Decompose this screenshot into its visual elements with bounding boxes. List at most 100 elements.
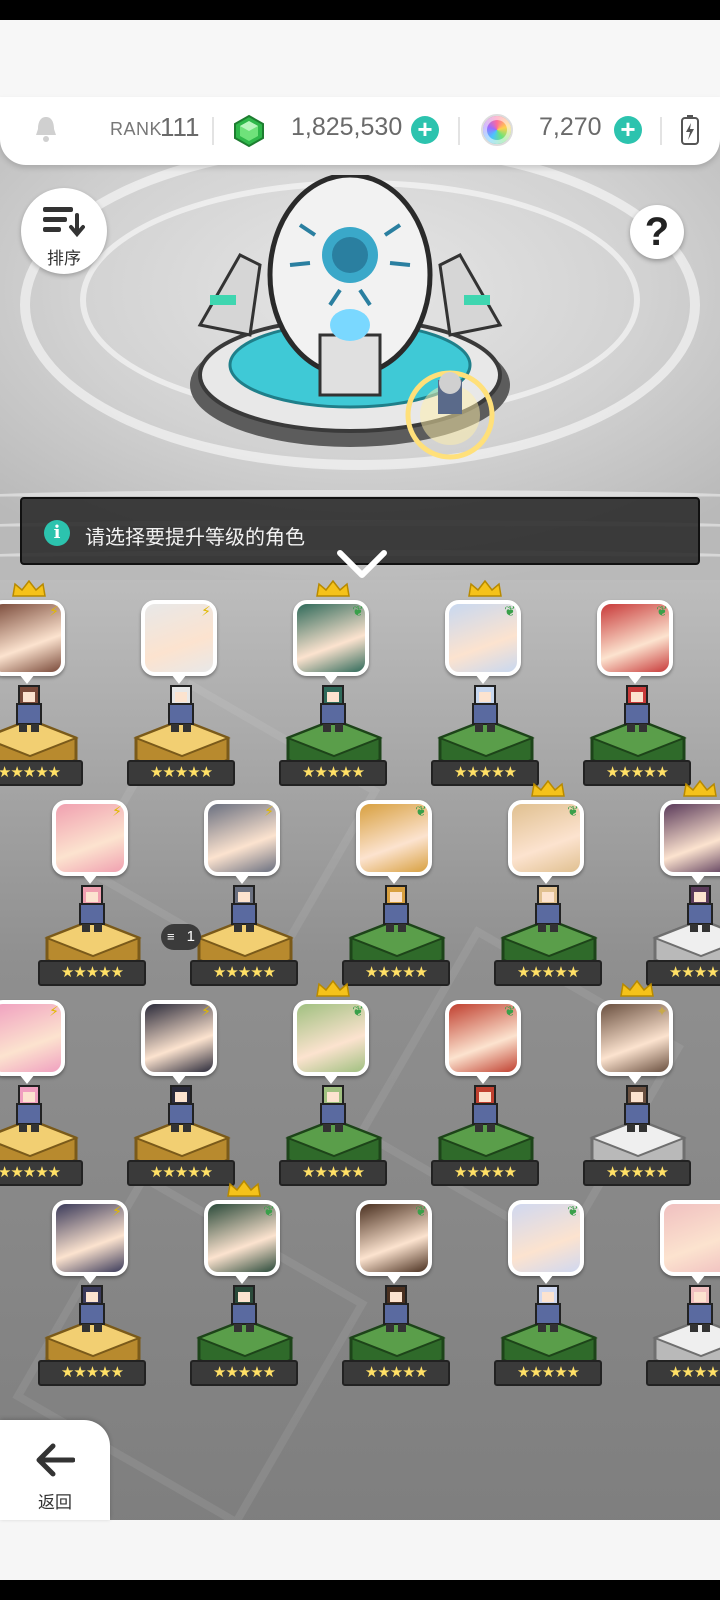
character-card[interactable]: ✦ ★★★★★ xyxy=(646,780,720,1000)
star-rating: ★★★★★ xyxy=(583,760,691,786)
crown-icon xyxy=(620,980,654,997)
status-bar xyxy=(0,0,720,20)
light-icon: ✦ xyxy=(716,802,720,820)
character-card[interactable]: ❦ ★★★★★ xyxy=(583,600,693,800)
banner-message: 请选择要提升等级的角色 xyxy=(85,527,305,549)
help-button[interactable]: ? xyxy=(630,205,684,259)
character-card[interactable]: ✦ ★★★★★ xyxy=(646,1200,720,1400)
character-card[interactable]: ⚡ ★★★★★ xyxy=(190,800,300,1000)
character-card[interactable]: ⚡ ★★★★★ xyxy=(0,1000,85,1200)
character-card[interactable]: ❦ ★★★★★ xyxy=(431,1000,541,1200)
leaf-icon: ❦ xyxy=(415,803,427,819)
chevron-down-icon[interactable] xyxy=(336,547,388,581)
light-icon: ✦ xyxy=(656,1003,668,1019)
star-rating: ★★★★★ xyxy=(342,960,450,986)
character-sprite xyxy=(320,1085,346,1132)
character-card[interactable]: ❦ ★★★★★ xyxy=(494,1200,604,1400)
leaf-icon: ❦ xyxy=(567,1203,579,1219)
character-portrait xyxy=(660,1200,720,1276)
sort-icon xyxy=(43,207,85,238)
bottom-strip xyxy=(0,1520,720,1580)
crown-icon xyxy=(468,580,502,597)
character-card[interactable]: ⚡ ★★★★★ xyxy=(0,580,85,800)
character-sprite xyxy=(168,685,194,732)
bell-icon[interactable] xyxy=(33,115,59,143)
star-rating: ★★★★★ xyxy=(190,960,298,986)
character-card[interactable]: ❦ ★★★★★ xyxy=(431,580,541,800)
leaf-icon: ❦ xyxy=(656,603,668,619)
back-arrow-icon xyxy=(36,1443,75,1477)
lightning-icon: ⚡ xyxy=(201,1003,211,1019)
character-card[interactable]: ❦ ★★★★★ xyxy=(494,780,604,1000)
lightning-icon: ⚡ xyxy=(49,1003,59,1019)
character-card[interactable]: ⚡ ★★★★★ xyxy=(127,600,237,800)
character-card[interactable]: ❦ ★★★★★ xyxy=(190,1180,300,1400)
character-sprite xyxy=(624,1085,650,1132)
character-sprite xyxy=(79,885,105,932)
character-sprite xyxy=(168,1085,194,1132)
crown-icon xyxy=(227,1180,261,1197)
battery-icon[interactable] xyxy=(680,114,700,146)
star-rating: ★★★★★ xyxy=(431,760,539,786)
character-sprite xyxy=(472,1085,498,1132)
star-rating: ★★★★★ xyxy=(127,760,235,786)
divider xyxy=(458,117,460,145)
character-card[interactable]: ✦ ★★★★★ xyxy=(583,980,693,1200)
crown-icon xyxy=(531,780,565,797)
character-sprite xyxy=(383,1285,409,1332)
character-sprite xyxy=(231,1285,257,1332)
lightning-icon: ⚡ xyxy=(49,603,59,619)
star-rating: ★★★★★ xyxy=(494,960,602,986)
star-rating: ★★★★★ xyxy=(646,960,720,986)
star-rating: ★★★★★ xyxy=(190,1360,298,1386)
crown-icon xyxy=(683,780,717,797)
character-card[interactable]: ❦ ★★★★★ xyxy=(279,580,389,800)
sort-label: 排序 xyxy=(47,249,81,268)
back-button[interactable]: 返回 xyxy=(0,1420,110,1520)
rank-label: RANK xyxy=(110,119,163,139)
lightning-icon: ⚡ xyxy=(201,603,211,619)
character-sprite xyxy=(231,885,257,932)
orb-amount: 7,270 xyxy=(539,113,602,141)
sort-button[interactable]: 排序 xyxy=(21,188,107,274)
character-card[interactable]: ❦ ★★★★★ xyxy=(279,980,389,1200)
lightning-icon: ⚡ xyxy=(112,803,122,819)
lightning-icon: ⚡ xyxy=(112,1203,122,1219)
add-gems-button[interactable]: + xyxy=(411,116,439,144)
divider xyxy=(660,117,662,145)
back-label: 返回 xyxy=(38,1493,72,1512)
character-card[interactable]: ⚡ ★★★★★ xyxy=(38,1200,148,1400)
nav-bar xyxy=(0,1580,720,1600)
light-icon: ✦ xyxy=(716,1202,720,1220)
character-sprite xyxy=(687,885,713,932)
character-card[interactable]: ❦ ★★★★★ xyxy=(342,1200,452,1400)
character-sprite xyxy=(687,1285,713,1332)
crown-icon xyxy=(316,980,350,997)
character-sprite xyxy=(16,685,42,732)
top-spacer xyxy=(0,20,720,98)
character-sprite xyxy=(535,1285,561,1332)
crown-icon xyxy=(12,580,46,597)
character-card[interactable]: ❦ ★★★★★ xyxy=(342,800,452,1000)
character-card[interactable]: ⚡ ★★★★★ xyxy=(127,1000,237,1200)
character-sprite xyxy=(624,685,650,732)
star-rating: ★★★★★ xyxy=(0,1160,83,1186)
leaf-icon: ❦ xyxy=(567,803,579,819)
star-rating: ★★★★★ xyxy=(279,1160,387,1186)
currency-header: RANK 111 1,825,530 + 7,270 + xyxy=(0,97,720,165)
gem-amount: 1,825,530 xyxy=(291,113,403,141)
info-icon: i xyxy=(44,520,70,546)
rank-value: 111 xyxy=(160,112,200,142)
badge-count: 1 xyxy=(186,928,195,945)
character-sprite xyxy=(16,1085,42,1132)
crown-icon xyxy=(316,580,350,597)
star-rating: ★★★★★ xyxy=(0,760,83,786)
layers-icon: ≡ xyxy=(167,929,175,944)
add-orbs-button[interactable]: + xyxy=(614,116,642,144)
star-rating: ★★★★★ xyxy=(583,1160,691,1186)
leaf-icon: ❦ xyxy=(352,1003,364,1019)
star-rating: ★★★★★ xyxy=(127,1160,235,1186)
lightning-icon: ⚡ xyxy=(264,803,274,819)
character-card[interactable]: ⚡ ★★★★★ xyxy=(38,800,148,1000)
character-portrait xyxy=(660,800,720,876)
